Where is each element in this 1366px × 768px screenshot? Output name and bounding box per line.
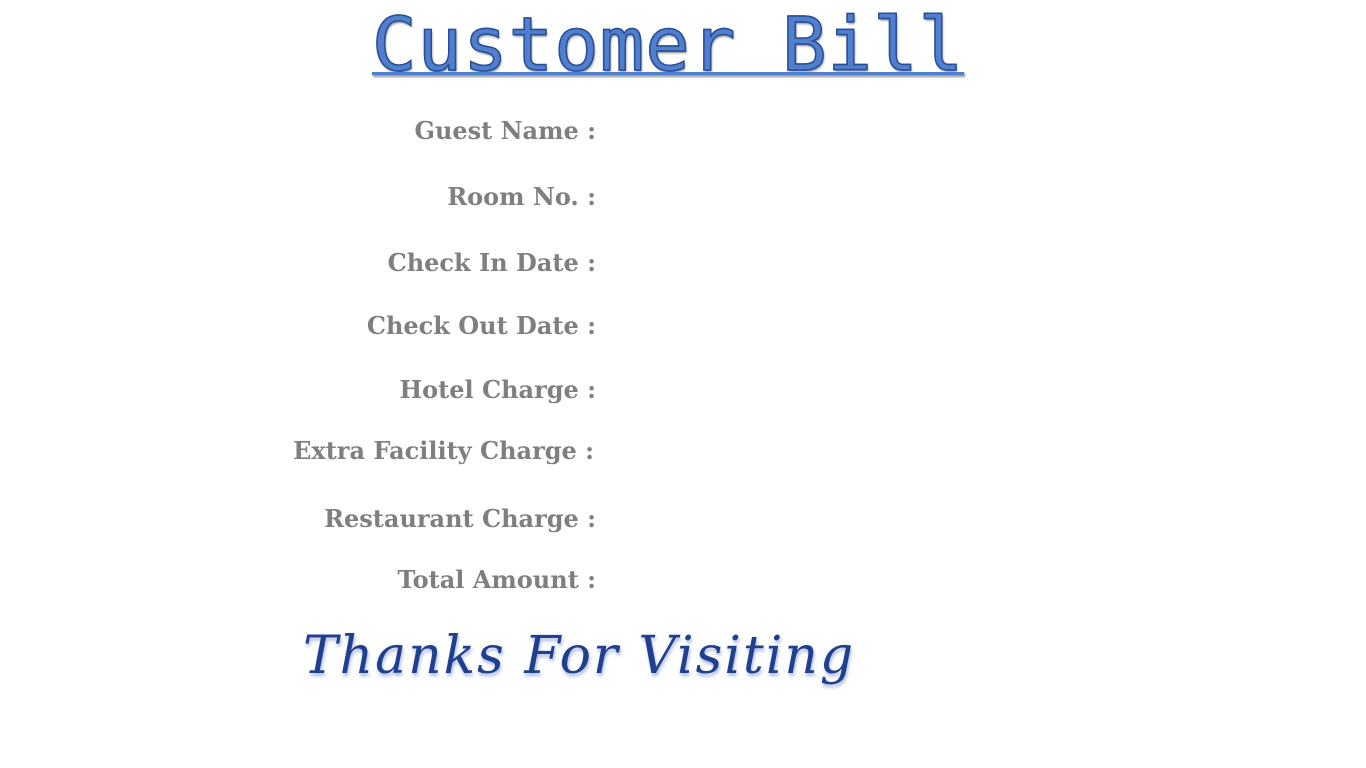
extra-facility-charge-value xyxy=(612,436,1012,466)
room-no-label: Room No. : xyxy=(447,182,596,211)
guest-name-value xyxy=(612,116,1012,146)
total-amount-value xyxy=(612,565,1012,595)
extra-facility-charge-label: Extra Facility Charge : xyxy=(293,436,594,465)
check-out-date-label: Check Out Date : xyxy=(366,311,596,340)
restaurant-charge-value xyxy=(612,504,1012,534)
restaurant-charge-label: Restaurant Charge : xyxy=(324,504,596,533)
hotel-charge-label: Hotel Charge : xyxy=(399,375,596,404)
check-in-date-label: Check In Date : xyxy=(387,248,596,277)
thanks-message: Thanks For Visiting xyxy=(303,626,856,686)
check-out-date-value xyxy=(612,311,1012,341)
total-amount-label: Total Amount : xyxy=(397,565,596,594)
guest-name-label: Guest Name : xyxy=(414,116,596,145)
hotel-charge-value xyxy=(612,375,1012,405)
room-no-value xyxy=(612,182,1012,212)
bill-title: Customer Bill xyxy=(371,2,965,88)
check-in-date-value xyxy=(612,248,1012,278)
